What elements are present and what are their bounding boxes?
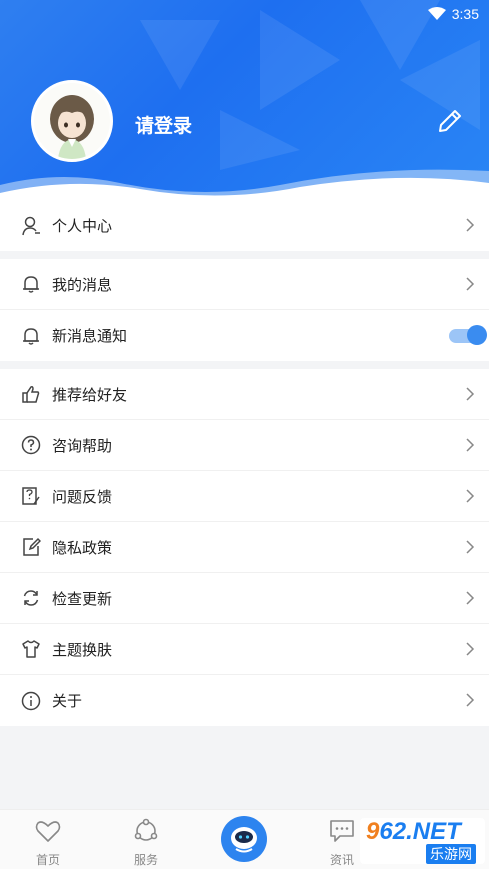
- status-bar: 3:35: [427, 4, 479, 24]
- pencil-icon[interactable]: [435, 106, 465, 136]
- service-icon: [134, 818, 158, 841]
- menu-section-more: 推荐给好友 咨询帮助 问题反馈 隐私政策 检查更新 主题换肤 关于: [0, 369, 489, 726]
- menu-item-personal-center[interactable]: 个人中心: [0, 200, 489, 251]
- menu-label: 检查更新: [52, 590, 113, 608]
- menu-item-recommend[interactable]: 推荐给好友: [0, 369, 489, 420]
- user-icon: [20, 215, 42, 237]
- watermark-sub: 乐游网: [426, 844, 476, 864]
- question-icon: [20, 434, 42, 456]
- nav-home[interactable]: 首页: [18, 818, 78, 868]
- login-link[interactable]: 请登录: [135, 111, 192, 138]
- feedback-icon: [20, 485, 42, 507]
- menu-item-feedback[interactable]: 问题反馈: [0, 471, 489, 522]
- info-icon: [20, 690, 42, 712]
- notify-toggle[interactable]: [447, 325, 487, 345]
- toggle-knob: [467, 325, 487, 345]
- background-pattern: [140, 0, 480, 170]
- menu-item-theme[interactable]: 主题换肤: [0, 624, 489, 675]
- wifi-icon: [427, 7, 446, 20]
- menu-item-new-message-notify: 新消息通知: [0, 310, 489, 361]
- menu-item-privacy[interactable]: 隐私政策: [0, 522, 489, 573]
- chevron-right-icon: [466, 277, 475, 291]
- menu-item-check-update[interactable]: 检查更新: [0, 573, 489, 624]
- menu-label: 问题反馈: [52, 488, 113, 506]
- bell-icon: [20, 325, 42, 347]
- chat-icon: [330, 820, 354, 842]
- nav-robot-button[interactable]: [221, 816, 267, 862]
- watermark-logo: 962.NET 乐游网: [360, 818, 485, 864]
- nav-service-label: 服务: [133, 853, 158, 867]
- menu-item-my-messages[interactable]: 我的消息: [0, 259, 489, 310]
- menu-label: 咨询帮助: [52, 437, 113, 455]
- avatar[interactable]: [31, 80, 113, 162]
- robot-icon: [231, 827, 257, 853]
- profile-header: 3:35 请登录: [0, 0, 489, 205]
- chevron-right-icon: [466, 438, 475, 452]
- menu-label: 个人中心: [52, 218, 113, 235]
- menu-label: 我的消息: [52, 276, 113, 294]
- menu-label: 主题换肤: [52, 641, 113, 659]
- chevron-right-icon: [466, 218, 475, 232]
- menu-label: 关于: [52, 693, 83, 710]
- edit-document-icon: [20, 536, 42, 558]
- heart-icon: [35, 821, 61, 842]
- chevron-right-icon: [466, 642, 475, 656]
- watermark-brand: 962.NET: [366, 818, 461, 845]
- menu-label: 隐私政策: [52, 539, 113, 557]
- chevron-right-icon: [466, 540, 475, 554]
- chevron-right-icon: [466, 693, 475, 707]
- header-wave: [0, 169, 489, 205]
- menu-item-help[interactable]: 咨询帮助: [0, 420, 489, 471]
- nav-service[interactable]: 服务: [116, 818, 176, 868]
- nav-home-label: 首页: [35, 853, 60, 867]
- tshirt-icon: [20, 638, 42, 660]
- status-time: 3:35: [451, 6, 479, 22]
- menu-item-about[interactable]: 关于: [0, 675, 489, 726]
- menu-section-messages: 我的消息 新消息通知: [0, 259, 489, 361]
- user-avatar-icon: [34, 83, 110, 159]
- bell-icon: [20, 273, 42, 295]
- menu-label: 新消息通知: [52, 328, 128, 345]
- chevron-right-icon: [466, 489, 475, 503]
- chevron-right-icon: [466, 591, 475, 605]
- menu-section-account: 个人中心: [0, 200, 489, 251]
- menu-label: 推荐给好友: [52, 386, 128, 404]
- chevron-right-icon: [466, 387, 475, 401]
- refresh-icon: [20, 587, 42, 609]
- thumbs-up-icon: [20, 383, 42, 405]
